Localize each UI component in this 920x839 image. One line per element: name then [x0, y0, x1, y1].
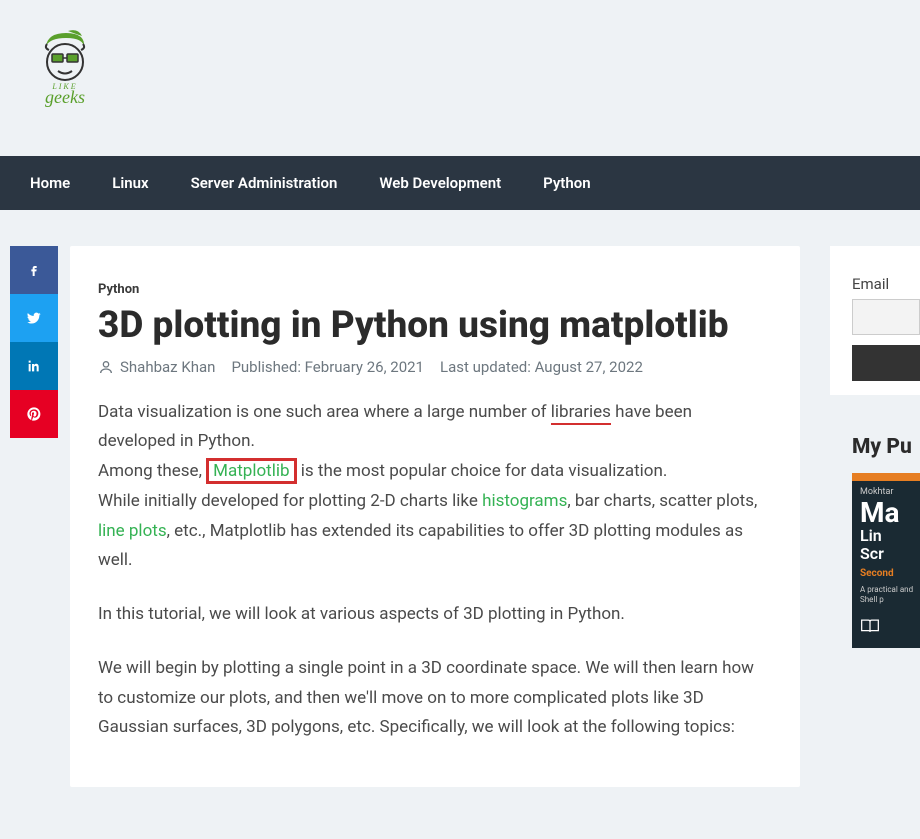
article-meta: Shahbaz Khan Published: February 26, 202…	[98, 358, 772, 376]
book-icon	[852, 612, 920, 648]
facebook-icon	[26, 262, 42, 278]
article-body: Data visualization is one such area wher…	[98, 398, 772, 744]
site-logo[interactable]: LIKEgeeks	[30, 28, 100, 108]
email-signup: Email	[830, 246, 920, 395]
share-linkedin[interactable]	[10, 342, 58, 390]
published-date: Published: February 26, 2021	[231, 358, 424, 376]
share-twitter[interactable]	[10, 294, 58, 342]
nav-webdev[interactable]: Web Development	[379, 174, 501, 192]
book-cover[interactable]: Mokhtar Ma Lin Scr Second A practical an…	[852, 473, 920, 648]
article: Python 3D plotting in Python using matpl…	[70, 246, 800, 787]
link-matplotlib[interactable]: Matplotlib	[213, 461, 289, 481]
nav-home[interactable]: Home	[30, 174, 70, 192]
user-icon	[98, 359, 114, 375]
nav-python[interactable]: Python	[543, 174, 590, 192]
share-facebook[interactable]	[10, 246, 58, 294]
social-share	[10, 246, 58, 438]
updated-date: Last updated: August 27, 2022	[440, 358, 643, 376]
highlight-matplotlib-box: Matplotlib	[206, 458, 296, 484]
sidebar: Email My Pu Mokhtar Ma Lin Scr Second A …	[830, 246, 920, 787]
pinterest-icon	[26, 406, 42, 422]
linkedin-icon	[26, 358, 42, 374]
subscribe-button[interactable]	[852, 345, 920, 381]
email-input[interactable]	[852, 299, 920, 335]
nav-linux[interactable]: Linux	[112, 174, 148, 192]
sidebar-section-title: My Pu	[852, 435, 920, 459]
main-nav: Home Linux Server Administration Web Dev…	[0, 156, 920, 210]
link-line-plots[interactable]: line plots	[98, 521, 167, 541]
twitter-icon	[26, 310, 42, 326]
nav-server[interactable]: Server Administration	[191, 174, 338, 192]
link-histograms[interactable]: histograms	[482, 491, 567, 511]
highlight-libraries: libraries	[551, 402, 611, 425]
article-category[interactable]: Python	[98, 282, 772, 297]
article-author[interactable]: Shahbaz Khan	[98, 358, 215, 376]
email-label: Email	[852, 275, 889, 293]
share-pinterest[interactable]	[10, 390, 58, 438]
article-title: 3D plotting in Python using matplotlib	[98, 305, 772, 348]
